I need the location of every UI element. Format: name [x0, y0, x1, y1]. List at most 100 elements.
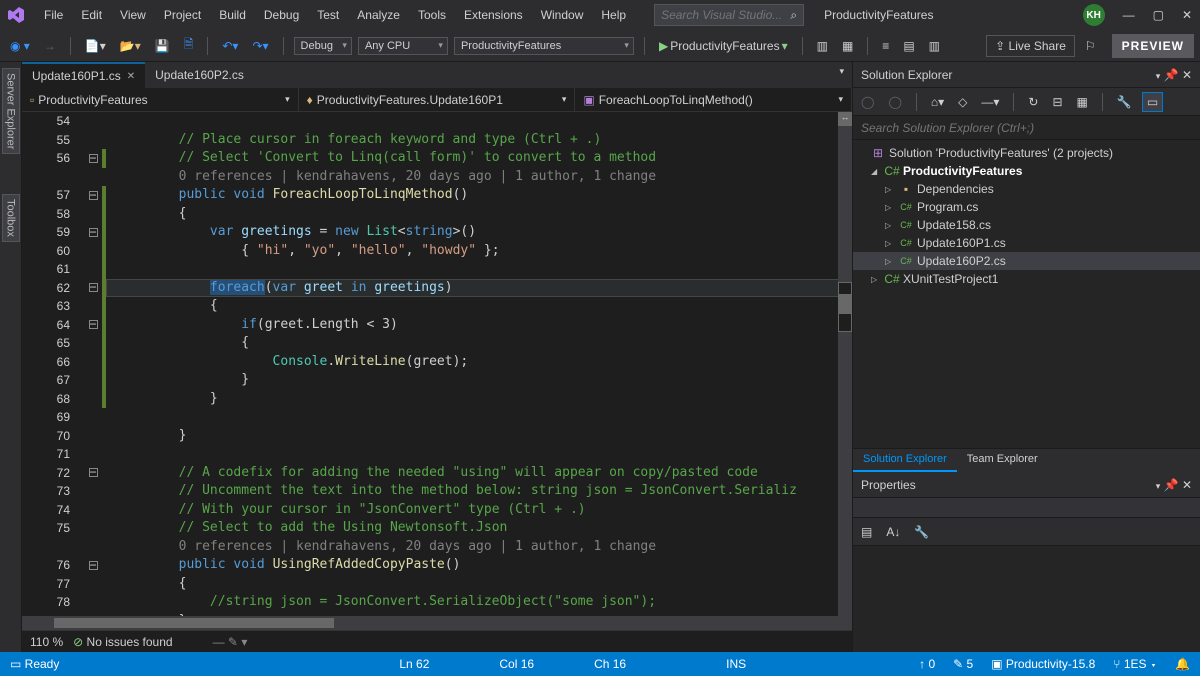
- status-repo[interactable]: ⑂ 1ES ▾: [1113, 657, 1157, 671]
- code-line[interactable]: // Place cursor in foreach keyword and t…: [116, 131, 852, 150]
- code-line[interactable]: foreach(var greet in greetings): [116, 279, 852, 298]
- menu-file[interactable]: File: [36, 4, 71, 26]
- scrollbar-h[interactable]: [22, 616, 852, 630]
- menu-project[interactable]: Project: [156, 4, 209, 26]
- code-line[interactable]: }: [116, 390, 852, 409]
- menu-window[interactable]: Window: [533, 4, 592, 26]
- code-line[interactable]: //string json = JsonConvert.SerializeObj…: [116, 593, 852, 612]
- code-line[interactable]: {: [116, 205, 852, 224]
- se-refresh-icon[interactable]: ↻: [1024, 93, 1042, 111]
- tree-item[interactable]: ▷C#XUnitTestProject1: [853, 270, 1200, 288]
- status-changes[interactable]: ✎ 5: [953, 657, 973, 671]
- tree-item[interactable]: ◢C#ProductivityFeatures: [853, 162, 1200, 180]
- platform-combo[interactable]: Any CPU: [358, 37, 448, 55]
- menu-view[interactable]: View: [112, 4, 154, 26]
- document-tab[interactable]: Update160P1.cs✕: [22, 62, 145, 88]
- code-line[interactable]: if(greet.Length < 3): [116, 316, 852, 335]
- minimize-icon[interactable]: ―: [1123, 8, 1135, 22]
- se-home-icon[interactable]: ⌂▾: [927, 93, 948, 111]
- toolbar-icon-4[interactable]: ▤: [899, 37, 918, 55]
- code-line[interactable]: { "hi", "yo", "hello", "howdy" };: [116, 242, 852, 261]
- live-share-button[interactable]: ⇪ Live Share: [986, 35, 1075, 57]
- categorized-icon[interactable]: ▤: [857, 523, 876, 541]
- code-line[interactable]: }: [116, 427, 852, 446]
- startup-combo[interactable]: ProductivityFeatures: [454, 37, 634, 55]
- save-all-button[interactable]: 🗎: [180, 33, 198, 58]
- toolbox-tab[interactable]: Toolbox: [2, 194, 20, 242]
- code-line[interactable]: }: [116, 371, 852, 390]
- code-line[interactable]: // Select to add the Using Newtonsoft.Js…: [116, 519, 852, 538]
- props-wrench-icon[interactable]: 🔧: [910, 523, 933, 541]
- code-line[interactable]: }: [116, 612, 852, 617]
- code-line[interactable]: // Uncomment the text into the method be…: [116, 482, 852, 501]
- code-line[interactable]: [116, 112, 852, 131]
- toolbar-icon-2[interactable]: ▦: [838, 37, 857, 55]
- close-panel-icon[interactable]: ✕: [1182, 68, 1192, 82]
- code-line[interactable]: [116, 260, 852, 279]
- se-back-icon[interactable]: ◯: [857, 93, 878, 111]
- tree-item[interactable]: ▷C#Update160P1.cs: [853, 234, 1200, 252]
- tree-item[interactable]: ▷C#Program.cs: [853, 198, 1200, 216]
- menu-tools[interactable]: Tools: [410, 4, 454, 26]
- nav-class[interactable]: ♦ProductivityFeatures.Update160P1▾: [299, 88, 576, 111]
- nav-namespace[interactable]: ▫ProductivityFeatures▾: [22, 88, 299, 111]
- code-line[interactable]: // With your cursor in "JsonConvert" typ…: [116, 501, 852, 520]
- maximize-icon[interactable]: ▢: [1153, 8, 1164, 22]
- code-line[interactable]: // A codefix for adding the needed "usin…: [116, 464, 852, 483]
- back-button[interactable]: ◉ ▾: [6, 37, 34, 55]
- code-line[interactable]: // Select 'Convert to Linq(call form)' t…: [116, 149, 852, 168]
- undo-button[interactable]: ↶▾: [218, 37, 242, 55]
- tab-team-explorer[interactable]: Team Explorer: [957, 449, 1048, 472]
- close-icon[interactable]: ✕: [1182, 8, 1192, 22]
- code-line[interactable]: {: [116, 575, 852, 594]
- save-button[interactable]: 💾: [151, 37, 174, 55]
- feedback-icon[interactable]: ⚐: [1081, 37, 1100, 55]
- tree-item[interactable]: ▷C#Update160P2.cs: [853, 252, 1200, 270]
- solution-tree[interactable]: ⊞Solution 'ProductivityFeatures' (2 proj…: [853, 140, 1200, 448]
- forward-button[interactable]: →: [40, 37, 60, 55]
- se-filter-icon[interactable]: —▾: [977, 93, 1003, 111]
- se-properties-icon[interactable]: 🔧: [1113, 93, 1136, 111]
- open-button[interactable]: 📂▾: [116, 37, 145, 55]
- status-branch[interactable]: ▣ Productivity-15.8: [991, 657, 1095, 671]
- menu-analyze[interactable]: Analyze: [349, 4, 408, 26]
- tab-solution-explorer[interactable]: Solution Explorer: [853, 449, 957, 472]
- redo-button[interactable]: ↷▾: [248, 37, 272, 55]
- code-line[interactable]: [116, 408, 852, 427]
- se-showall-icon[interactable]: ▦: [1073, 93, 1092, 111]
- code-line[interactable]: [116, 445, 852, 464]
- code-line[interactable]: 0 references | kendrahavens, 20 days ago…: [116, 168, 852, 187]
- global-search[interactable]: ⌕: [654, 4, 804, 26]
- pin-icon[interactable]: 📌: [1164, 68, 1179, 82]
- code-line[interactable]: {: [116, 297, 852, 316]
- menu-edit[interactable]: Edit: [73, 4, 110, 26]
- tree-item[interactable]: ▷▪Dependencies: [853, 180, 1200, 198]
- toolbar-icon-1[interactable]: ▥: [813, 37, 832, 55]
- solution-explorer-search[interactable]: [853, 116, 1200, 140]
- tree-item[interactable]: ▷C#Update158.cs: [853, 216, 1200, 234]
- search-input[interactable]: [661, 8, 781, 22]
- code-line[interactable]: var greetings = new List<string>(): [116, 223, 852, 242]
- zoom-level[interactable]: 110 %: [30, 635, 63, 649]
- code-line[interactable]: 0 references | kendrahavens, 20 days ago…: [116, 538, 852, 557]
- code-line[interactable]: {: [116, 334, 852, 353]
- menu-test[interactable]: Test: [309, 4, 347, 26]
- toolbar-icon-5[interactable]: ▥: [925, 37, 944, 55]
- code-editor[interactable]: 5455565758596061626364656667686970717273…: [22, 112, 852, 616]
- code-line[interactable]: Console.WriteLine(greet);: [116, 353, 852, 372]
- config-combo[interactable]: Debug: [294, 37, 352, 55]
- server-explorer-tab[interactable]: Server Explorer: [2, 68, 20, 154]
- close-tab-icon[interactable]: ✕: [127, 71, 135, 82]
- close-panel-icon[interactable]: ✕: [1182, 478, 1192, 492]
- status-bell-icon[interactable]: 🔔: [1175, 657, 1190, 671]
- status-publish[interactable]: ↑ 0: [919, 657, 935, 671]
- code-line[interactable]: public void ForeachLoopToLinqMethod(): [116, 186, 852, 205]
- menu-help[interactable]: Help: [593, 4, 634, 26]
- se-sync-icon[interactable]: ◇: [954, 93, 971, 111]
- se-fwd-icon[interactable]: ◯: [884, 93, 905, 111]
- tree-item[interactable]: ⊞Solution 'ProductivityFeatures' (2 proj…: [853, 144, 1200, 162]
- toolbar-icon-3[interactable]: ≡: [878, 37, 893, 55]
- se-collapse-icon[interactable]: ⊟: [1048, 93, 1066, 111]
- se-preview-icon[interactable]: ▭: [1142, 92, 1163, 112]
- pin-icon[interactable]: 📌: [1164, 478, 1179, 492]
